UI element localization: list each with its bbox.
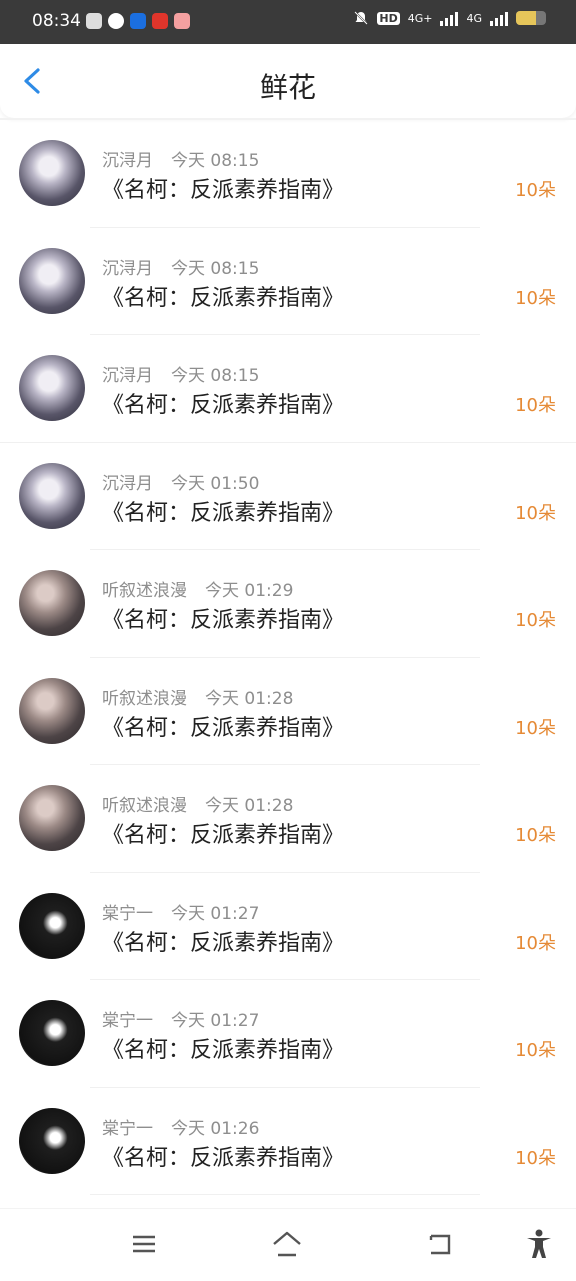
entry-meta: 沉浔月 今天 08:15 (102, 361, 259, 386)
entry-meta: 棠宁一 今天 01:26 (102, 1114, 259, 1139)
list-item[interactable]: 棠宁一 今天 01:27 《名柯：反派素养指南》 10朵 (0, 980, 576, 1088)
avatar[interactable] (19, 140, 85, 206)
entry-meta: 听叙述浪漫 今天 01:28 (102, 791, 293, 816)
flower-amount: 10朵 (515, 180, 556, 201)
flower-record-list: 沉浔月 今天 08:15 《名柯：反派素养指南》 10朵 沉浔月 今天 08:15 《名柯：… (0, 120, 576, 1195)
app-notification-icon (174, 13, 190, 29)
flower-amount: 10朵 (515, 932, 556, 954)
avatar[interactable] (19, 1107, 85, 1174)
avatar[interactable] (19, 1000, 85, 1066)
avatar[interactable] (19, 570, 85, 636)
flower-amount: 10朵 (515, 395, 556, 416)
status-bar: 08:34 HD 4G+ 4G (0, 0, 576, 44)
sender-name: 棠宁一 (102, 1118, 153, 1139)
row-divider (90, 1194, 480, 1195)
app-notification-icon (108, 13, 124, 29)
entry-meta: 听叙述浪漫 今天 01:28 (102, 684, 293, 709)
list-item[interactable]: 棠宁一 今天 01:26 《名柯：反派素养指南》 10朵 (0, 1088, 576, 1195)
entry-time: 今天 08:15 (171, 151, 260, 171)
signal-icon (440, 10, 459, 26)
list-item[interactable]: 沉浔月 今天 08:15 《名柯：反派素养指南》 10朵 (0, 120, 576, 228)
app-header: 鲜花 (0, 44, 576, 118)
book-title: 《名柯：反派素养指南》 (102, 715, 345, 741)
entry-time: 今天 08:15 (171, 366, 260, 386)
book-title: 《名柯：反派素养指南》 (102, 930, 345, 956)
avatar[interactable] (19, 462, 85, 529)
entry-meta: 棠宁一 今天 01:27 (102, 1006, 259, 1031)
sender-name: 沉浔月 (102, 366, 153, 386)
flower-amount: 10朵 (515, 1147, 556, 1169)
sender-name: 棠宁一 (102, 903, 153, 924)
list-item[interactable]: 听叙述浪漫 今天 01:28 《名柯：反派素养指南》 10朵 (0, 765, 576, 873)
avatar[interactable] (19, 892, 85, 959)
list-item[interactable]: 沉浔月 今天 08:15 《名柯：反派素养指南》 10朵 (0, 228, 576, 335)
entry-time: 今天 01:50 (171, 473, 260, 494)
sender-name: 沉浔月 (102, 258, 153, 279)
entry-meta: 沉浔月 今天 01:50 (102, 469, 259, 494)
app-notification-icon (152, 13, 168, 29)
signal-icon-2 (490, 10, 508, 26)
sender-name: 沉浔月 (102, 151, 153, 171)
book-title: 《名柯：反派素养指南》 (102, 285, 345, 311)
flower-amount: 10朵 (515, 717, 556, 739)
network-label: 4G+ (407, 11, 433, 25)
book-title: 《名柯：反派素养指南》 (102, 393, 345, 418)
avatar[interactable] (19, 355, 85, 421)
entry-meta: 沉浔月 今天 08:15 (102, 146, 259, 171)
status-indicators: HD 4G+ 4G (353, 10, 546, 26)
list-item[interactable]: 沉浔月 今天 01:50 《名柯：反派素养指南》 10朵 (0, 443, 576, 550)
entry-time: 今天 01:28 (205, 796, 294, 816)
entry-time: 今天 01:28 (205, 688, 294, 709)
list-item[interactable]: 沉浔月 今天 08:15 《名柯：反派素养指南》 10朵 (0, 335, 576, 443)
avatar[interactable] (19, 677, 85, 744)
flower-amount: 10朵 (515, 287, 556, 309)
book-title: 《名柯：反派素养指南》 (102, 1145, 345, 1171)
list-item[interactable]: 听叙述浪漫 今天 01:28 《名柯：反派素养指南》 10朵 (0, 658, 576, 765)
flower-amount: 10朵 (515, 1040, 556, 1061)
sender-name: 听叙述浪漫 (102, 581, 187, 601)
accessibility-icon[interactable] (522, 1227, 556, 1261)
book-title: 《名柯：反派素养指南》 (102, 823, 345, 848)
avatar[interactable] (19, 247, 85, 314)
book-title: 《名柯：反派素养指南》 (102, 1038, 345, 1063)
book-title: 《名柯：反派素养指南》 (102, 608, 345, 633)
notification-icons (86, 13, 190, 29)
hd-label: HD (377, 11, 400, 25)
sender-name: 棠宁一 (102, 1011, 153, 1031)
status-time: 08:34 (32, 11, 81, 31)
list-item[interactable]: 棠宁一 今天 01:27 《名柯：反派素养指南》 10朵 (0, 873, 576, 980)
entry-time: 今天 08:15 (171, 258, 260, 279)
entry-meta: 听叙述浪漫 今天 01:29 (102, 576, 293, 601)
entry-time: 今天 01:27 (171, 1011, 260, 1031)
back-icon[interactable] (423, 1227, 457, 1261)
entry-time: 今天 01:26 (171, 1118, 260, 1139)
sender-name: 听叙述浪漫 (102, 688, 187, 709)
sender-name: 听叙述浪漫 (102, 796, 187, 816)
app-notification-icon (86, 13, 102, 29)
home-icon[interactable] (270, 1227, 304, 1261)
flower-amount: 10朵 (515, 502, 556, 524)
page-title: 鲜花 (259, 71, 316, 104)
sender-name: 沉浔月 (102, 473, 153, 494)
zhihu-icon (130, 13, 146, 29)
mute-icon (354, 11, 369, 25)
list-item[interactable]: 听叙述浪漫 今天 01:29 《名柯：反派素养指南》 10朵 (0, 550, 576, 658)
book-title: 《名柯：反派素养指南》 (102, 178, 345, 203)
network-label-2: 4G (466, 11, 482, 25)
flower-amount: 10朵 (515, 610, 556, 631)
entry-meta: 棠宁一 今天 01:27 (102, 899, 259, 924)
entry-time: 今天 01:27 (171, 903, 260, 924)
entry-time: 今天 01:29 (205, 581, 294, 601)
flower-amount: 10朵 (515, 825, 556, 846)
menu-icon[interactable] (127, 1227, 161, 1261)
book-title: 《名柯：反派素养指南》 (102, 500, 345, 526)
entry-meta: 沉浔月 今天 08:15 (102, 254, 259, 279)
system-nav-bar (0, 1208, 576, 1281)
avatar[interactable] (19, 785, 85, 851)
battery-icon (516, 11, 546, 25)
